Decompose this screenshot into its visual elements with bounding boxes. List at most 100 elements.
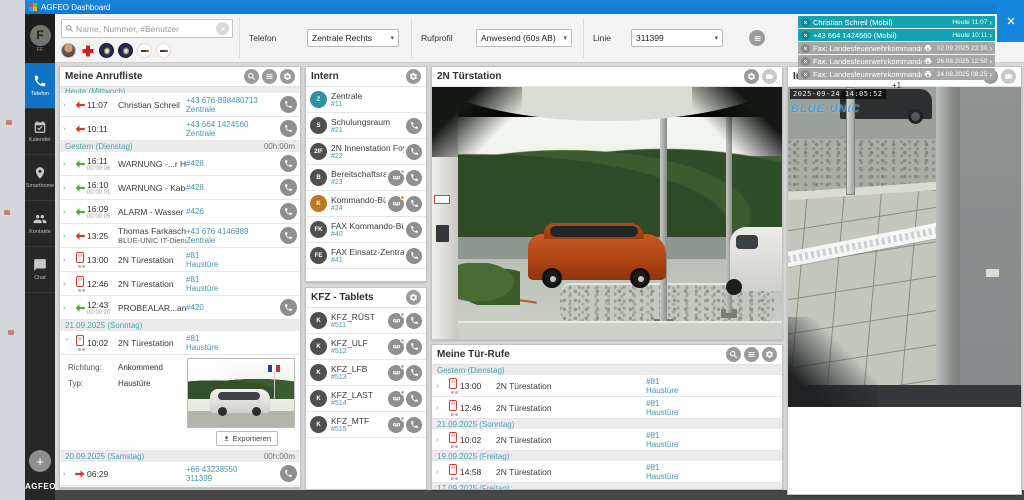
call-row[interactable]: ›13:25Thomas FarkaschBLUE-UNIC IT-Dienst… [60,224,300,248]
call-row[interactable]: ›12:462N Türestation#81Haustüre [60,272,300,296]
settings-button[interactable] [406,290,421,305]
call-button[interactable] [406,391,422,407]
call-button[interactable] [280,203,297,220]
more-button[interactable] [749,30,765,46]
chevron-right-icon[interactable]: › [436,467,445,476]
chevron-right-icon[interactable]: › [63,207,72,216]
extension-row[interactable]: KKommando-Büro#24 [306,191,426,217]
extension-row[interactable]: SSchulungsraum#21 [306,113,426,139]
chevron-right-icon[interactable]: › [436,403,445,412]
notification-item[interactable]: +43 664 1424560 (Mobil)Heute 10:11› [798,29,995,41]
notification-overflow[interactable]: +1 [798,81,995,90]
voicemail-button[interactable] [388,417,404,433]
chevron-right-icon[interactable]: › [436,435,445,444]
sidebar-item-chat[interactable]: Chat [25,247,55,293]
chevron-right-icon[interactable]: › [63,183,72,192]
chevron-right-icon[interactable]: › [63,100,72,109]
chevron-right-icon[interactable]: › [63,279,72,288]
chevron-right-icon[interactable]: › [63,231,72,240]
brand-logo-icon[interactable] [137,43,152,58]
call-button[interactable] [406,118,422,134]
call-button[interactable] [280,96,297,113]
notification-item[interactable]: Christian Schreil (Mobil)Heute 11:07› [798,16,995,28]
voicemail-button[interactable] [388,339,404,355]
notification-item[interactable]: Fax: Landesfeuerwehrkommando24.08.2025 0… [798,68,995,80]
dismiss-button[interactable] [801,57,810,66]
chevron-right-icon[interactable]: › [63,159,72,168]
emblem-icon[interactable] [118,43,133,58]
call-button[interactable] [280,299,297,316]
call-row[interactable]: ›16:1000:00:01WARNUNG - Kabelbruch#428 [60,176,300,200]
extension-row[interactable]: BBereitschaftsraum#23 [306,165,426,191]
extension-row[interactable]: KKFZ_MTF#515 [306,412,426,438]
call-button[interactable] [406,144,422,160]
chevron-right-icon[interactable]: › [63,255,72,264]
favorite-avatar[interactable] [61,43,76,58]
add-button[interactable]: + [29,450,51,472]
call-button[interactable] [280,179,297,196]
notification-item[interactable]: Fax: Landesfeuerwehrkommando26.08.2025 1… [798,55,995,67]
dismiss-button[interactable] [801,70,810,79]
telefon-select[interactable]: Zentrale Rechts▾ [307,29,399,47]
door-call-row[interactable]: ›14:582N Türestation#81Haustüre [432,461,782,483]
search-box[interactable] [61,19,233,38]
list-button[interactable] [262,69,277,84]
settings-button[interactable] [762,347,777,362]
sidebar-item-kontakte[interactable]: Kontakte [25,201,55,247]
close-button[interactable] [997,0,1024,42]
call-row[interactable]: ›16:0900:00:05ALARM - Wasser Heizung#426 [60,200,300,224]
door-call-row[interactable]: ›12:462N Türestation#81Haustüre [432,397,782,419]
door-call-row[interactable]: ›13:002N Türestation#81Haustüre [432,375,782,397]
chevron-right-icon[interactable]: › [63,469,72,478]
call-row[interactable]: ›13:002N Türestation#81Haustüre [60,248,300,272]
list-button[interactable] [744,347,759,362]
voicemail-button[interactable] [388,313,404,329]
extension-row[interactable]: 2IF2N Innenstation Foyer#22 [306,139,426,165]
voicemail-button[interactable] [388,196,404,212]
extension-row[interactable]: FEFAX Einsatz-Zentrale#41 [306,243,426,269]
camera-button[interactable] [762,69,777,84]
red-cross-icon[interactable] [80,43,95,58]
dismiss-button[interactable] [801,44,810,53]
extension-row[interactable]: KKFZ_ULF#512 [306,334,426,360]
call-row[interactable]: ›06:29+66 43238550311399 [60,462,300,486]
emblem-icon[interactable] [99,43,114,58]
sidebar-item-smarthome[interactable]: Smarthome [25,155,55,201]
call-button[interactable] [280,465,297,482]
call-button[interactable] [280,155,297,172]
sidebar-item-telefon[interactable]: Telefon [25,63,55,109]
chevron-right-icon[interactable]: › [63,303,72,312]
settings-button[interactable] [406,69,421,84]
extension-row[interactable]: KKFZ_LFB#513 [306,360,426,386]
chevron-right-icon[interactable]: › [63,124,72,133]
call-button[interactable] [406,339,422,355]
extension-row[interactable]: KKFZ_RÜST#511 [306,308,426,334]
search-clear-button[interactable] [216,22,229,35]
call-button[interactable] [406,222,422,238]
brand-logo-icon[interactable] [156,43,171,58]
extension-row[interactable]: FKFAX Kommando-Büro#40 [306,217,426,243]
call-button[interactable] [406,417,422,433]
dismiss-button[interactable] [801,31,810,40]
camera-button[interactable] [1001,69,1016,84]
rufprofil-select[interactable]: Anwesend (60s AB)▾ [476,29,572,47]
chevron-down-icon[interactable]: › [63,338,72,347]
call-row[interactable]: ›10:11+43 664 1424560Zentrale [60,117,300,141]
extension-row[interactable]: ZZentrale#11 [306,87,426,113]
sidebar-item-kalender[interactable]: Kalender [25,109,55,155]
call-button[interactable] [406,248,422,264]
voicemail-button[interactable] [388,170,404,186]
chevron-right-icon[interactable]: › [436,381,445,390]
call-row[interactable]: ›11:07Christian Schreil+43 676-898480713… [60,93,300,117]
door-call-row[interactable]: ›10:022N Türestation#81Haustüre [432,429,782,451]
export-button[interactable]: Exportieren [216,431,278,446]
call-button[interactable] [280,120,297,137]
call-row[interactable]: ›12:4300:00:20PROBEALAR...andmelder#420 [60,296,300,320]
call-button[interactable] [406,365,422,381]
extension-row[interactable]: KKFZ_LAST#514 [306,386,426,412]
notification-item[interactable]: Fax: Landesfeuerwehrkommando02.09.2025 2… [798,42,995,54]
call-row[interactable]: ›10:022N Türestation#81Haustüre [60,331,300,355]
linie-select[interactable]: 311399▾ [631,29,723,47]
tenant-logo[interactable]: F FF [25,14,55,63]
call-button[interactable] [406,313,422,329]
